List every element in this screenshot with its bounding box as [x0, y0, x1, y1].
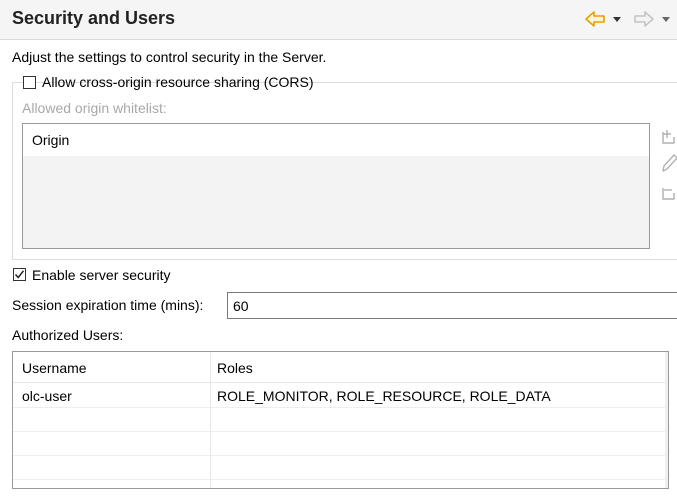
add-icon[interactable] — [660, 128, 677, 149]
back-arrow-icon[interactable] — [584, 10, 606, 28]
row-divider — [13, 407, 668, 408]
description-text: Adjust the settings to control security … — [12, 49, 327, 65]
table-scrollbar[interactable] — [665, 352, 668, 488]
server-security-label[interactable]: Enable server security — [32, 267, 171, 283]
roles-cell: ROLE_MONITOR, ROLE_RESOURCE, ROLE_DATA — [217, 388, 551, 404]
forward-arrow-icon[interactable] — [633, 10, 655, 28]
column-header-roles[interactable]: Roles — [217, 360, 253, 376]
chevron-down-icon[interactable] — [611, 12, 623, 26]
authorized-users-table[interactable]: Username Roles olc-user ROLE_MONITOR, RO… — [12, 351, 669, 489]
row-divider — [13, 455, 668, 456]
username-cell: olc-user — [22, 388, 72, 404]
session-expiration-input[interactable]: 60 — [227, 292, 677, 319]
session-expiration-label: Session expiration time (mins): — [12, 297, 204, 313]
checkmark-icon — [14, 270, 25, 279]
edit-icon[interactable] — [660, 152, 677, 177]
whitelist-label: Allowed origin whitelist: — [22, 100, 167, 116]
origin-whitelist-table[interactable]: Origin — [22, 123, 650, 249]
origin-header-label: Origin — [32, 132, 70, 148]
cors-checkbox[interactable] — [23, 76, 36, 89]
column-divider — [210, 352, 211, 488]
row-divider — [13, 431, 668, 432]
authorized-users-label: Authorized Users: — [12, 327, 124, 343]
table-row[interactable]: olc-user ROLE_MONITOR, ROLE_RESOURCE, RO… — [13, 383, 665, 407]
remove-icon[interactable] — [660, 184, 677, 205]
cors-checkbox-label[interactable]: Allow cross-origin resource sharing (COR… — [42, 74, 314, 90]
section-header: Security and Users — [0, 0, 677, 40]
chevron-down-icon[interactable] — [660, 12, 672, 26]
column-header-username[interactable]: Username — [22, 360, 87, 376]
origin-column-header: Origin — [23, 124, 649, 156]
server-security-checkbox[interactable] — [13, 268, 26, 281]
page-title: Security and Users — [12, 8, 176, 28]
row-divider — [13, 479, 668, 480]
